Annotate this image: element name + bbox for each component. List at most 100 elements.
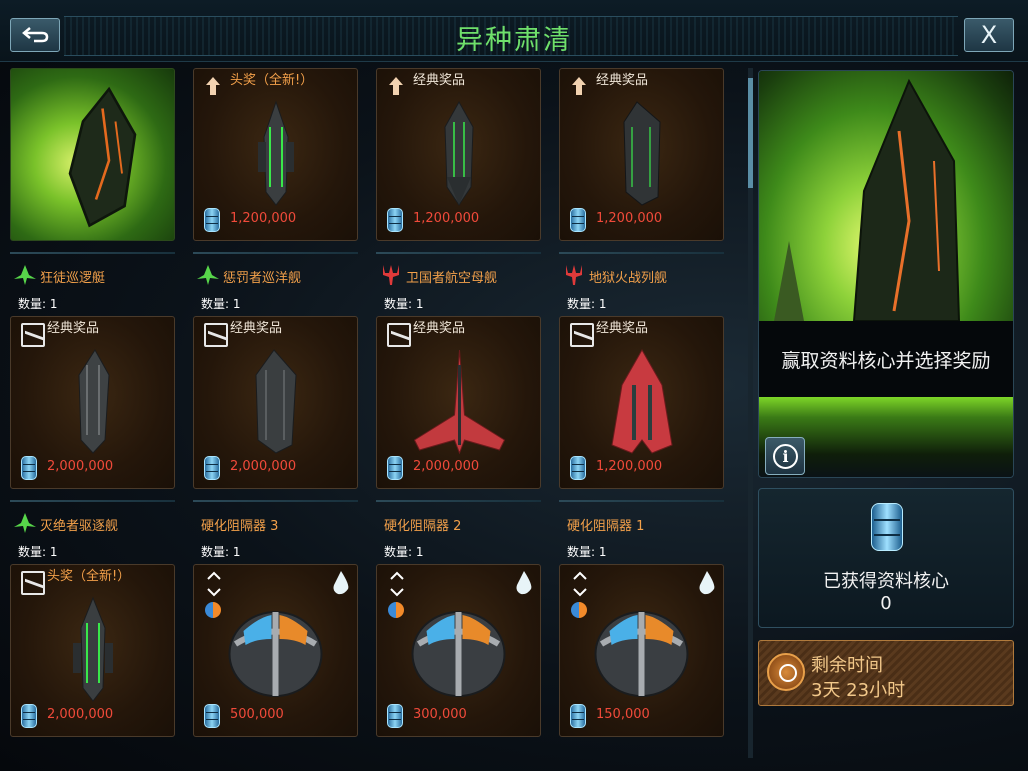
stopwatch-icon bbox=[767, 653, 805, 691]
divider bbox=[559, 252, 724, 254]
reward-label: 经典奖品 bbox=[596, 321, 649, 336]
reward-card[interactable]: 经典奖品 1,200,000 bbox=[559, 68, 724, 241]
red-trident-icon bbox=[383, 265, 399, 285]
reward-label: 头奖（全新!） bbox=[230, 73, 314, 88]
price-value: 2,000,000 bbox=[47, 707, 114, 722]
reward-label: 经典奖品 bbox=[230, 321, 283, 336]
ship-image bbox=[413, 349, 506, 455]
reward-card[interactable]: 经典奖品 2,000,000 bbox=[193, 316, 358, 489]
up-arrow-icon bbox=[572, 77, 586, 95]
price-value: 1,200,000 bbox=[596, 211, 663, 226]
ship-name: 狂徒巡逻艇 bbox=[40, 271, 106, 286]
ship-name: 惩罚者巡洋舰 bbox=[223, 271, 302, 286]
data-core-icon bbox=[204, 456, 220, 480]
ship-name: 灭绝者驱逐舰 bbox=[40, 519, 119, 534]
close-button[interactable]: X bbox=[964, 18, 1014, 52]
chart-icon bbox=[21, 571, 45, 595]
droplet-icon bbox=[333, 571, 349, 595]
ship-image bbox=[444, 100, 474, 206]
module-card[interactable]: 150,000 bbox=[559, 564, 724, 737]
up-arrow-icon bbox=[206, 77, 220, 95]
ship-name-row: 地狱火战列舰 bbox=[559, 264, 724, 286]
page-title: 异种肃清 bbox=[456, 25, 572, 56]
price-value: 300,000 bbox=[413, 707, 467, 722]
ship-image bbox=[623, 101, 661, 206]
reward-card[interactable]: 经典奖品 2,000,000 bbox=[10, 316, 175, 489]
reward-label: 经典奖品 bbox=[596, 73, 649, 88]
data-core-icon bbox=[204, 208, 220, 232]
droplet-icon bbox=[699, 571, 715, 595]
price-value: 1,200,000 bbox=[596, 459, 663, 474]
droplet-icon bbox=[516, 571, 532, 595]
quantity-label: 数量: 1 bbox=[567, 297, 607, 311]
chart-icon bbox=[387, 323, 411, 347]
reward-label: 经典奖品 bbox=[47, 321, 100, 336]
chart-icon bbox=[570, 323, 594, 347]
data-core-icon bbox=[387, 704, 403, 728]
reward-card[interactable]: 头奖（全新!） 1,200,000 bbox=[193, 68, 358, 241]
green-wing-icon bbox=[14, 265, 36, 285]
ship-name: 地狱火战列舰 bbox=[589, 271, 668, 286]
green-wing-icon bbox=[14, 513, 36, 533]
red-trident-icon bbox=[566, 265, 582, 285]
grid-scrollbar[interactable] bbox=[748, 68, 753, 758]
module-image bbox=[411, 611, 506, 697]
module-image bbox=[594, 611, 689, 697]
price-value: 2,000,000 bbox=[47, 459, 114, 474]
divider bbox=[10, 500, 175, 502]
chart-icon bbox=[204, 323, 228, 347]
reward-label: 经典奖品 bbox=[413, 73, 466, 88]
module-image bbox=[228, 611, 323, 697]
data-core-icon bbox=[387, 208, 403, 232]
reward-grid: 头奖（全新!） 1,200,000 经典奖品 1,200,000 经典奖品 1,… bbox=[10, 68, 730, 768]
data-core-icon bbox=[570, 208, 586, 232]
ship-name-row: 卫国者航空母舰 bbox=[376, 264, 541, 286]
ship-name: 卫国者航空母舰 bbox=[406, 271, 498, 286]
divider bbox=[376, 500, 541, 502]
event-panel: 赢取资料核心并选择奖励 i bbox=[758, 70, 1014, 478]
divider bbox=[10, 252, 175, 254]
timer-value: 3天 23小时 bbox=[811, 680, 906, 701]
quantity-label: 数量: 1 bbox=[384, 297, 424, 311]
swap-arrows-icon bbox=[573, 571, 587, 597]
alien-structure-art bbox=[774, 78, 961, 321]
cores-value: 0 bbox=[880, 593, 892, 614]
data-core-icon bbox=[570, 704, 586, 728]
ship-name-row: 硬化阻隔器 1 bbox=[559, 512, 724, 534]
reward-label: 头奖（全新!） bbox=[47, 569, 131, 584]
ship-image bbox=[73, 596, 113, 702]
quantity-label: 数量: 1 bbox=[201, 545, 241, 559]
swap-arrows-icon bbox=[207, 571, 221, 597]
back-button[interactable] bbox=[10, 18, 60, 52]
reward-card[interactable]: 经典奖品 2,000,000 bbox=[376, 316, 541, 489]
reward-card-art[interactable] bbox=[10, 68, 175, 241]
event-prompt: 赢取资料核心并选择奖励 bbox=[781, 350, 991, 372]
cores-label: 已获得资料核心 bbox=[823, 571, 949, 592]
quantity-label: 数量: 1 bbox=[384, 545, 424, 559]
ship-image bbox=[258, 100, 294, 206]
price-value: 1,200,000 bbox=[413, 211, 480, 226]
ship-name: 硬化阻隔器 2 bbox=[384, 519, 462, 534]
quantity-label: 数量: 1 bbox=[18, 545, 58, 559]
info-button[interactable]: i bbox=[765, 437, 805, 475]
timer-label: 剩余时间 bbox=[811, 655, 883, 676]
module-card[interactable]: 500,000 bbox=[193, 564, 358, 737]
timer-panel: 剩余时间 3天 23小时 bbox=[758, 640, 1014, 706]
price-value: 2,000,000 bbox=[413, 459, 480, 474]
quantity-label: 数量: 1 bbox=[567, 545, 607, 559]
data-core-icon bbox=[204, 704, 220, 728]
divider bbox=[193, 252, 358, 254]
quantity-label: 数量: 1 bbox=[18, 297, 58, 311]
scroll-thumb[interactable] bbox=[748, 78, 753, 188]
data-core-icon bbox=[21, 704, 37, 728]
module-card[interactable]: 300,000 bbox=[376, 564, 541, 737]
ship-name-row: 惩罚者巡洋舰 bbox=[193, 264, 358, 286]
reward-label: 经典奖品 bbox=[413, 321, 466, 336]
reward-card[interactable]: 经典奖品 1,200,000 bbox=[376, 68, 541, 241]
ship-image bbox=[78, 349, 110, 454]
reward-card[interactable]: 头奖（全新!） 2,000,000 bbox=[10, 564, 175, 737]
price-value: 500,000 bbox=[230, 707, 284, 722]
reward-card[interactable]: 经典奖品 1,200,000 bbox=[559, 316, 724, 489]
ship-name-row: 狂徒巡逻艇 bbox=[10, 264, 175, 286]
swap-arrows-icon bbox=[390, 571, 404, 597]
